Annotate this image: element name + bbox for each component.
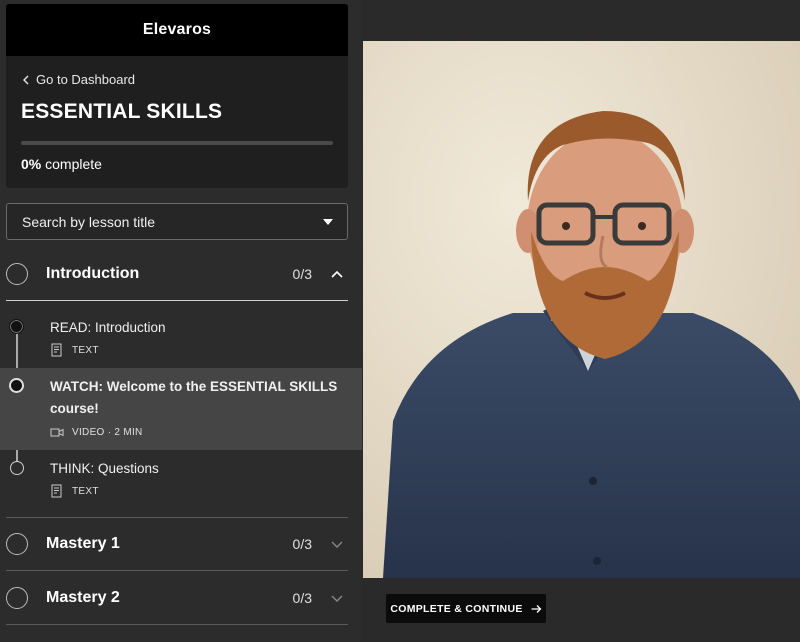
brand-name: Elevaros (6, 4, 348, 56)
course-header-card: Elevaros Go to Dashboard ESSENTIAL SKILL… (6, 4, 348, 188)
lesson-title: READ: Introduction (50, 320, 166, 335)
lesson-meta: TEXT (50, 343, 99, 357)
lesson-video-player[interactable] (363, 41, 800, 578)
arrow-right-icon (531, 604, 542, 613)
text-doc-icon (51, 484, 62, 498)
section-progress-count: 0/3 (292, 266, 312, 282)
section-divider (6, 517, 348, 518)
lesson-meta-label: TEXT (72, 485, 99, 497)
lesson-search-dropdown[interactable]: Search by lesson title (6, 203, 348, 240)
complete-button-label: COMPLETE & CONTINUE (390, 602, 523, 615)
lesson-status-dot (9, 378, 24, 393)
lesson-meta: VIDEO · 2 MIN (50, 425, 143, 439)
caret-down-icon (323, 218, 333, 225)
lesson-meta-label: TEXT (72, 344, 99, 356)
chevron-left-icon (23, 75, 29, 84)
progress-percent: 0% (21, 156, 42, 172)
section-mastery-2[interactable]: Mastery 2 0/3 (6, 574, 348, 622)
lesson-title: WATCH: Welcome to the ESSENTIAL SKILLS c… (50, 379, 338, 416)
section-divider (6, 300, 348, 301)
chevron-up-icon (331, 270, 343, 278)
lesson-item-read-introduction[interactable]: READ: Introduction TEXT (0, 310, 362, 368)
complete-and-continue-button[interactable]: COMPLETE & CONTINUE (386, 594, 546, 623)
chevron-down-icon (331, 541, 343, 548)
video-camera-icon (50, 428, 64, 437)
progress-text: 0% complete (21, 156, 102, 172)
chevron-down-icon (331, 595, 343, 602)
search-label: Search by lesson title (22, 213, 156, 230)
section-title: Mastery 1 (46, 535, 120, 552)
lesson-title: THINK: Questions (50, 461, 159, 476)
section-introduction[interactable]: Introduction 0/3 (6, 250, 348, 298)
section-status-circle-icon (6, 587, 28, 609)
back-link-label: Go to Dashboard (36, 72, 136, 87)
section-title: Introduction (46, 265, 140, 282)
player-top-bar (363, 0, 800, 41)
lesson-status-dot (9, 319, 24, 334)
lesson-item-watch-welcome[interactable]: WATCH: Welcome to the ESSENTIAL SKILLS c… (0, 368, 362, 450)
course-title: ESSENTIAL SKILLS (21, 100, 223, 123)
progress-suffix: complete (45, 156, 102, 172)
lesson-meta-label: VIDEO · 2 MIN (72, 426, 143, 438)
section-progress-count: 0/3 (292, 590, 312, 606)
lesson-status-dot (10, 461, 24, 475)
section-status-circle-icon (6, 263, 28, 285)
section-status-circle-icon (6, 533, 28, 555)
text-doc-icon (51, 343, 62, 357)
lesson-item-think-questions[interactable]: THINK: Questions TEXT (0, 450, 362, 510)
section-mastery-1[interactable]: Mastery 1 0/3 (6, 520, 348, 568)
presenter-video-frame (363, 41, 800, 578)
section-divider (6, 570, 348, 571)
section-progress-count: 0/3 (292, 536, 312, 552)
progress-bar (21, 141, 333, 145)
section-divider (6, 624, 348, 625)
course-sidebar: Elevaros Go to Dashboard ESSENTIAL SKILL… (0, 0, 362, 642)
go-to-dashboard-link[interactable]: Go to Dashboard (22, 72, 135, 87)
section-title: Mastery 2 (46, 589, 120, 606)
lesson-meta: TEXT (50, 484, 99, 498)
